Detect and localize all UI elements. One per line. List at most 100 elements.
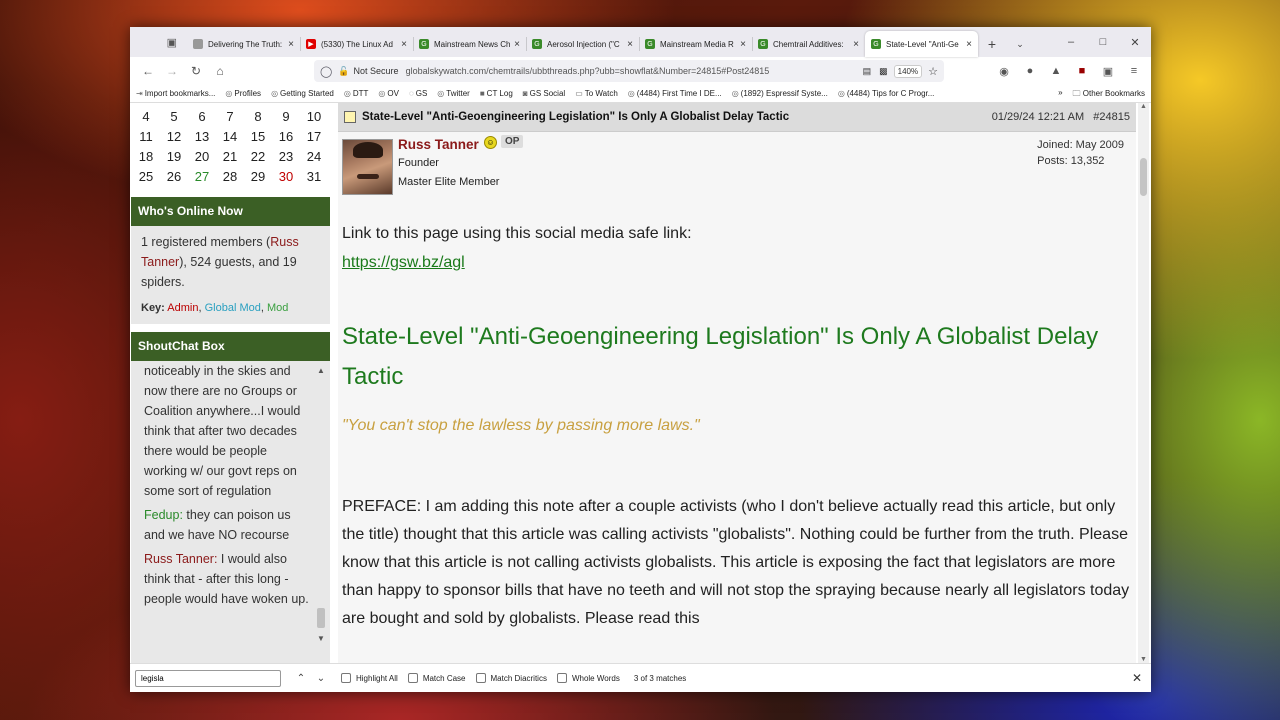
calendar-day[interactable]: 22 <box>244 149 272 169</box>
bookmark-item[interactable]: ◎ OV <box>378 89 399 98</box>
close-window-icon[interactable]: ✕ <box>1119 27 1151 57</box>
reader-view-icon[interactable]: ▤ <box>863 66 872 77</box>
calendar-day[interactable]: 8 <box>244 109 272 129</box>
calendar-day[interactable]: 29 <box>244 169 272 189</box>
whole-words-checkbox[interactable]: Whole Words <box>556 673 620 683</box>
shout-author[interactable]: Russ Tanner: <box>144 552 217 566</box>
minimize-icon[interactable]: – <box>1055 27 1087 57</box>
checkbox-box[interactable] <box>341 673 351 683</box>
tab-3[interactable]: G Aerosol Injection ("C × <box>526 31 639 57</box>
close-find-icon[interactable]: ✕ <box>1132 671 1142 685</box>
bookmark-star-icon[interactable]: ☆ <box>928 65 938 78</box>
close-tab-icon[interactable]: × <box>401 39 407 50</box>
post-number-link[interactable]: #24815 <box>1093 111 1130 123</box>
calendar-day[interactable]: 5 <box>160 109 188 129</box>
bookmark-item[interactable]: ◎ Getting Started <box>271 89 334 98</box>
home-icon[interactable]: ⌂ <box>208 64 232 78</box>
tab-2[interactable]: G Mainstream News Ch × <box>413 31 526 57</box>
calendar-day[interactable]: 13 <box>188 129 216 149</box>
bookmark-item[interactable]: ■ CT Log <box>480 89 513 98</box>
scroll-up-icon[interactable]: ▲ <box>316 361 326 381</box>
close-tab-icon[interactable]: × <box>740 39 746 50</box>
tab-0[interactable]: Delivering The Truth: eve × <box>187 31 300 57</box>
not-secure-label[interactable]: Not Secure <box>354 66 399 76</box>
tab-6[interactable]: G State-Level "Anti-Ge × <box>865 31 978 57</box>
tab-5[interactable]: G Chemtrail Additives: × <box>752 31 865 57</box>
shield-icon[interactable]: ◯ <box>320 65 332 78</box>
sync-icon[interactable]: ▣ <box>1097 65 1119 78</box>
close-tab-icon[interactable]: × <box>853 39 859 50</box>
scroll-thumb[interactable] <box>317 608 325 628</box>
checkbox-box[interactable] <box>475 673 486 683</box>
bookmark-item[interactable]: ◎ Profiles <box>225 89 261 98</box>
page-scrollbar[interactable]: ▲ ▼ <box>1138 103 1149 663</box>
forward-icon[interactable]: → <box>160 64 184 78</box>
highlight-all-checkbox[interactable]: Highlight All <box>341 673 398 683</box>
menu-icon[interactable]: ≡ <box>1123 65 1145 78</box>
shoutbox-scrollbar[interactable]: ▲ ▼ <box>316 361 326 643</box>
bookmark-item[interactable]: ⇥ Import bookmarks... <box>136 89 215 98</box>
bookmark-item[interactable]: ◎ Twitter <box>437 89 470 98</box>
scroll-up-icon[interactable]: ▲ <box>1138 103 1149 110</box>
other-bookmarks[interactable]: 🗀 Other Bookmarks <box>1073 88 1145 102</box>
new-tab-icon[interactable]: + <box>978 31 1006 57</box>
calendar-day[interactable]: 16 <box>272 129 300 149</box>
bookmarks-chevron-icon[interactable]: » <box>1058 88 1062 102</box>
calendar-day[interactable]: 6 <box>188 109 216 129</box>
author-name[interactable]: Russ Tanner <box>398 137 479 152</box>
match-diacritics-checkbox[interactable]: Match Diacritics <box>475 673 547 683</box>
calendar-day[interactable]: 12 <box>160 129 188 149</box>
calendar-day[interactable]: 27 <box>188 169 216 189</box>
shout-author[interactable]: Fedup: <box>144 508 183 522</box>
calendar-day[interactable]: 25 <box>132 169 160 189</box>
calendar-day[interactable]: 11 <box>132 129 160 149</box>
calendar-day[interactable]: 28 <box>216 169 244 189</box>
url-bar[interactable]: ◯ 🔓 Not Secure globalskywatch.com/chemtr… <box>314 60 944 82</box>
tab-overview-icon[interactable]: ▣ <box>130 27 187 57</box>
calendar-day[interactable]: 24 <box>300 149 328 169</box>
short-link[interactable]: https://gsw.bz/agl <box>342 248 1136 277</box>
zoom-level[interactable]: 140% <box>893 64 923 78</box>
maximize-icon[interactable]: □ <box>1087 27 1119 57</box>
calendar-day[interactable]: 14 <box>216 129 244 149</box>
calendar-day[interactable]: 15 <box>244 129 272 149</box>
checkbox-box[interactable] <box>407 673 418 683</box>
calendar-day[interactable]: 30 <box>272 169 300 189</box>
tab-1[interactable]: ▶ (5330) The Linux Ad × <box>300 31 413 57</box>
avatar[interactable] <box>342 139 393 195</box>
reload-icon[interactable]: ↻ <box>184 64 208 78</box>
tab-4[interactable]: G Mainstream Media R × <box>639 31 752 57</box>
bookmark-item[interactable]: ◎ (4484) First Time I DE... <box>628 89 722 98</box>
bookmark-item[interactable]: ◎ (1892) Espressif Syste... <box>732 89 828 98</box>
calendar-day[interactable]: 7 <box>216 109 244 129</box>
calendar-day[interactable]: 21 <box>216 149 244 169</box>
calendar-day[interactable]: 18 <box>132 149 160 169</box>
calendar-day[interactable]: 10 <box>300 109 328 129</box>
close-tab-icon[interactable]: × <box>627 39 633 50</box>
url-text[interactable]: globalskywatch.com/chemtrails/ubbthreads… <box>406 66 857 76</box>
back-icon[interactable]: ← <box>136 64 160 78</box>
calendar-day[interactable]: 4 <box>132 109 160 129</box>
scroll-down-icon[interactable]: ▼ <box>316 629 326 649</box>
calendar-day[interactable]: 9 <box>272 109 300 129</box>
ublock-icon[interactable]: ■ <box>1071 65 1093 78</box>
bookmark-item[interactable]: ▭ To Watch <box>575 89 618 98</box>
bookmark-item[interactable]: ◙ GS Social <box>523 89 565 98</box>
match-case-checkbox[interactable]: Match Case <box>407 673 466 683</box>
find-next-icon[interactable]: ⌄ <box>311 673 331 684</box>
calendar-day[interactable]: 26 <box>160 169 188 189</box>
close-tab-icon[interactable]: × <box>288 39 294 50</box>
bookmark-item[interactable]: ◎ (4484) Tips for C Progr... <box>838 89 935 98</box>
find-input[interactable] <box>135 669 281 687</box>
calendar-day[interactable]: 20 <box>188 149 216 169</box>
find-previous-icon[interactable]: ⌃ <box>291 673 311 684</box>
calendar-day[interactable]: 23 <box>272 149 300 169</box>
picture-in-picture-icon[interactable]: ▩ <box>879 66 888 77</box>
tab-list-dropdown-icon[interactable]: ⌄ <box>1006 31 1034 57</box>
close-tab-icon[interactable]: × <box>514 39 520 50</box>
calendar-day[interactable]: 17 <box>300 129 328 149</box>
scroll-down-icon[interactable]: ▼ <box>1138 656 1149 663</box>
pocket-icon[interactable]: ◉ <box>993 65 1015 78</box>
calendar-day[interactable]: 31 <box>300 169 328 189</box>
bookmark-item[interactable]: ◌ GS <box>409 89 427 98</box>
